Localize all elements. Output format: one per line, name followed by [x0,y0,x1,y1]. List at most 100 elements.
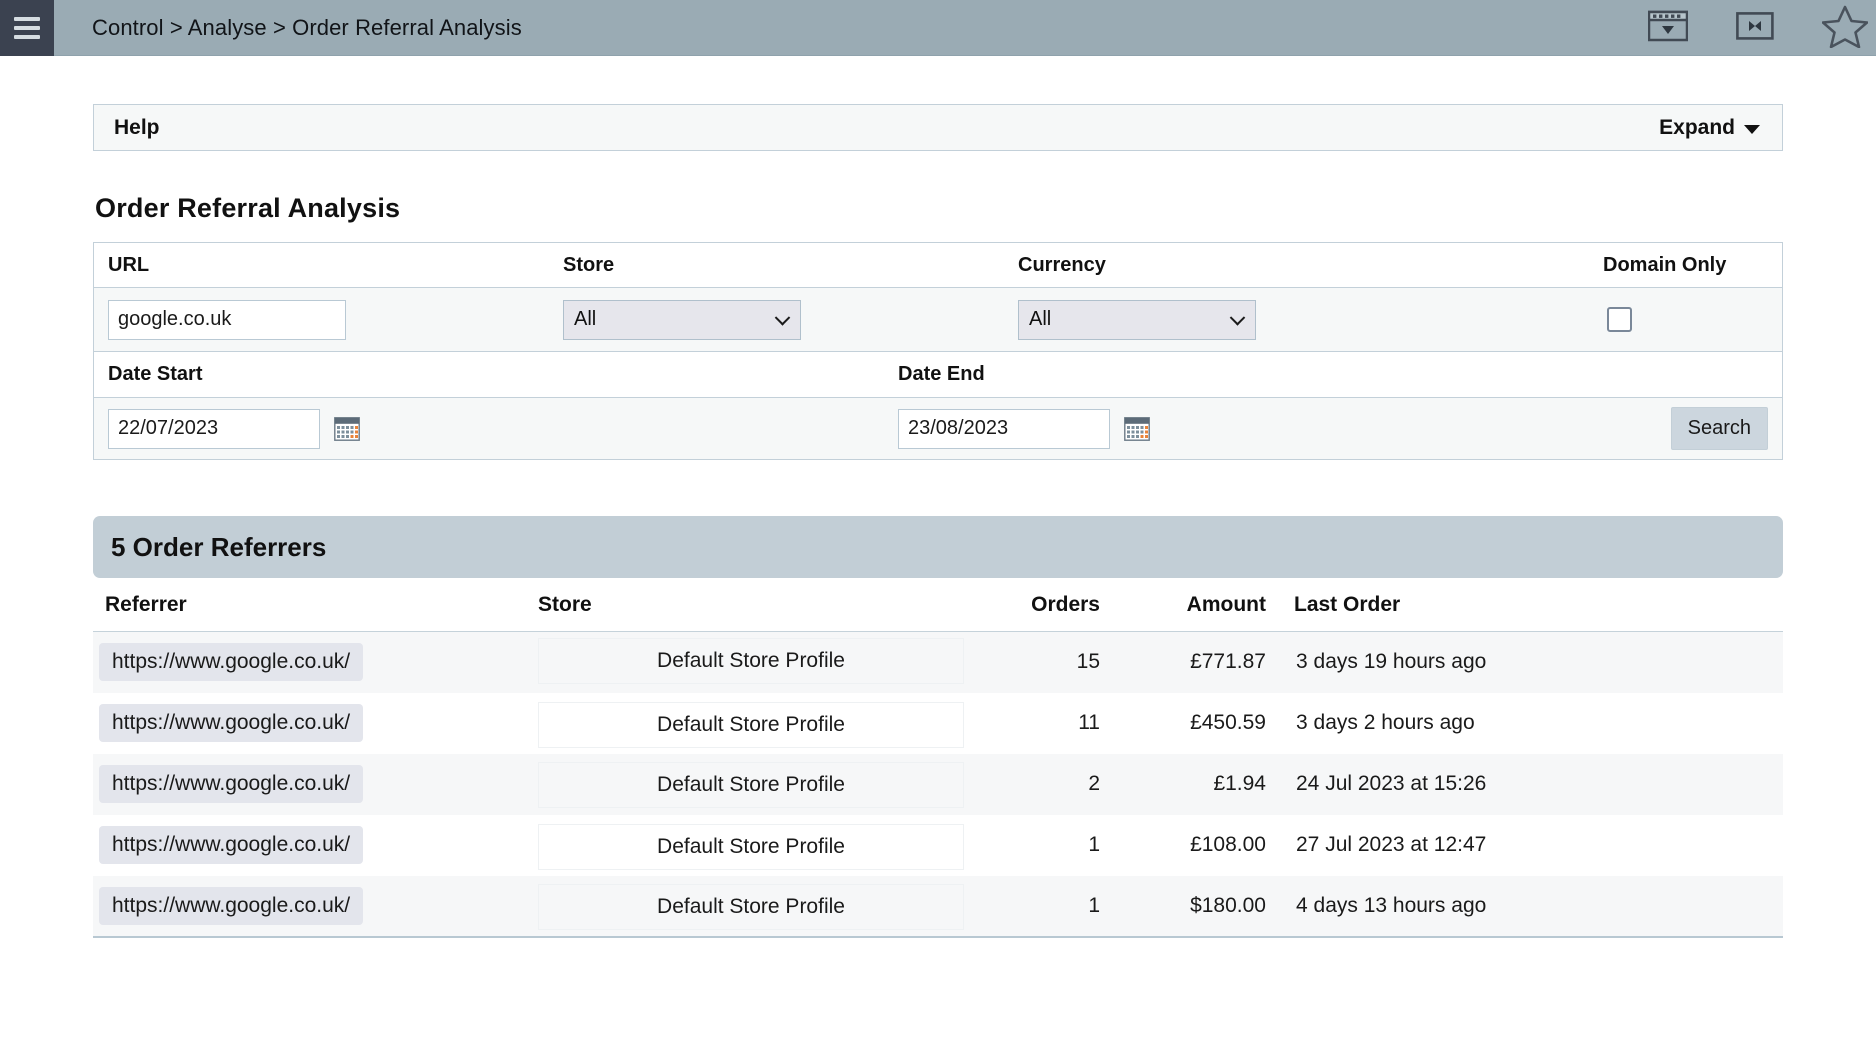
table-row[interactable]: https://www.google.co.uk/ Default Store … [93,753,1783,815]
currency-label: Currency [1018,253,1106,276]
table-header-row: Referrer Store Orders Amount Last Order [93,578,1783,632]
cell-orders: 1 [970,875,1122,938]
window-dropdown-icon[interactable] [1647,10,1689,47]
cell-referrer: https://www.google.co.uk/ [93,814,538,876]
referrer-link[interactable]: https://www.google.co.uk/ [99,704,364,742]
referrer-link[interactable]: https://www.google.co.uk/ [99,826,364,864]
store-select[interactable]: All [563,299,801,340]
page-body: Help Expand Order Referral Analysis URL … [0,56,1876,938]
referrer-link[interactable]: https://www.google.co.uk/ [99,886,364,925]
date-end-field-cell: Search [884,398,1782,459]
cell-orders: 15 [970,631,1122,693]
currency-label-cell: Currency [1004,243,1459,287]
search-button-wrap: Search [1670,407,1782,450]
table-row[interactable]: https://www.google.co.uk/ Default Store … [93,631,1783,693]
cell-referrer: https://www.google.co.uk/ [93,692,538,754]
store-name: Default Store Profile [538,883,964,930]
results-header: 5 Order Referrers [93,516,1783,578]
date-start-label: Date Start [108,363,203,385]
store-name: Default Store Profile [538,824,964,870]
table-row[interactable]: https://www.google.co.uk/ Default Store … [93,814,1783,876]
cell-store: Default Store Profile [538,753,970,815]
store-name: Default Store Profile [538,638,964,685]
domain-only-label: Domain Only [1603,253,1727,276]
domain-only-label-cell: Domain Only [1459,243,1782,287]
order-referrers-table: Referrer Store Orders Amount Last Order … [93,578,1783,938]
column-header-referrer[interactable]: Referrer [93,578,538,632]
cell-referrer: https://www.google.co.uk/ [93,753,538,815]
cell-store: Default Store Profile [538,875,970,938]
cell-store: Default Store Profile [538,692,970,754]
referrer-link[interactable]: https://www.google.co.uk/ [99,643,364,682]
filter-field-row-1: All All [94,287,1782,351]
url-label-cell: URL [94,243,549,287]
help-panel: Help Expand [93,104,1783,151]
filter-label-row-2: Date Start Date End [94,351,1782,397]
page-title: Order Referral Analysis [95,193,401,223]
store-name: Default Store Profile [538,702,964,748]
filter-field-row-2: Search [94,397,1782,459]
cell-last-order: 4 days 13 hours ago [1294,875,1783,938]
help-expand-label: Expand [1659,115,1735,139]
star-outline-icon[interactable] [1821,4,1869,53]
cell-referrer: https://www.google.co.uk/ [93,631,538,693]
column-header-orders[interactable]: Orders [970,578,1122,632]
url-input[interactable] [108,299,346,340]
table-row[interactable]: https://www.google.co.uk/ Default Store … [93,875,1783,938]
domain-only-field-cell [1459,288,1782,351]
cell-last-order: 27 Jul 2023 at 12:47 [1294,814,1783,876]
store-name: Default Store Profile [538,762,964,808]
currency-select[interactable]: All [1018,299,1256,340]
date-start-field-cell [94,398,884,459]
cell-referrer: https://www.google.co.uk/ [93,875,538,938]
cell-amount: £450.59 [1122,692,1294,754]
column-header-last-order[interactable]: Last Order [1294,578,1783,632]
store-label-cell: Store [549,243,1004,287]
cell-amount: £1.94 [1122,753,1294,815]
column-header-store[interactable]: Store [538,578,970,632]
results-count-title: 5 Order Referrers [111,531,327,562]
url-field-cell [94,288,549,351]
cell-amount: $180.00 [1122,875,1294,938]
date-end-label: Date End [898,363,985,385]
collapse-horizontal-icon[interactable] [1736,11,1774,45]
cell-orders: 2 [970,753,1122,815]
table-header: Referrer Store Orders Amount Last Order [93,578,1783,632]
date-start-input[interactable] [108,408,320,449]
breadcrumb: Control > Analyse > Order Referral Analy… [92,14,522,40]
search-button[interactable]: Search [1670,407,1768,450]
filter-panel: URL Store Currency Domain Only google.co… [93,242,1783,460]
date-end-input[interactable] [898,408,1110,449]
cell-amount: £771.87 [1122,631,1294,693]
cell-orders: 1 [970,814,1122,876]
chevron-down-icon [1744,124,1760,134]
help-expand-toggle[interactable]: Expand [1659,116,1760,140]
cell-last-order: 24 Jul 2023 at 15:26 [1294,753,1783,815]
url-label: URL [108,253,150,276]
store-label: Store [563,253,615,276]
help-panel-title: Help [114,115,160,139]
hamburger-icon-bar [14,25,40,30]
domain-only-checkbox[interactable] [1607,307,1632,332]
table-body: https://www.google.co.uk/ Default Store … [93,631,1783,938]
column-header-amount[interactable]: Amount [1122,578,1294,632]
hamburger-menu-button[interactable] [0,0,54,56]
hamburger-icon-bar [14,16,40,21]
cell-amount: £108.00 [1122,814,1294,876]
currency-field-cell: All [1004,288,1459,351]
content-container: Help Expand Order Referral Analysis URL … [93,56,1783,938]
cell-orders: 11 [970,692,1122,754]
referrer-link[interactable]: https://www.google.co.uk/ [99,765,364,803]
store-field-cell: All [549,288,1004,351]
calendar-icon[interactable] [334,416,360,441]
calendar-icon[interactable] [1124,416,1150,441]
chevron-down-icon [1229,309,1246,326]
currency-select-value: All [1029,308,1052,330]
cell-store: Default Store Profile [538,631,970,693]
store-select-value: All [574,308,597,330]
cell-store: Default Store Profile [538,814,970,876]
topbar-icon-group [1647,0,1869,56]
top-bar: Control > Analyse > Order Referral Analy… [0,0,1876,56]
cell-last-order: 3 days 19 hours ago [1294,631,1783,693]
table-row[interactable]: https://www.google.co.uk/ Default Store … [93,692,1783,754]
